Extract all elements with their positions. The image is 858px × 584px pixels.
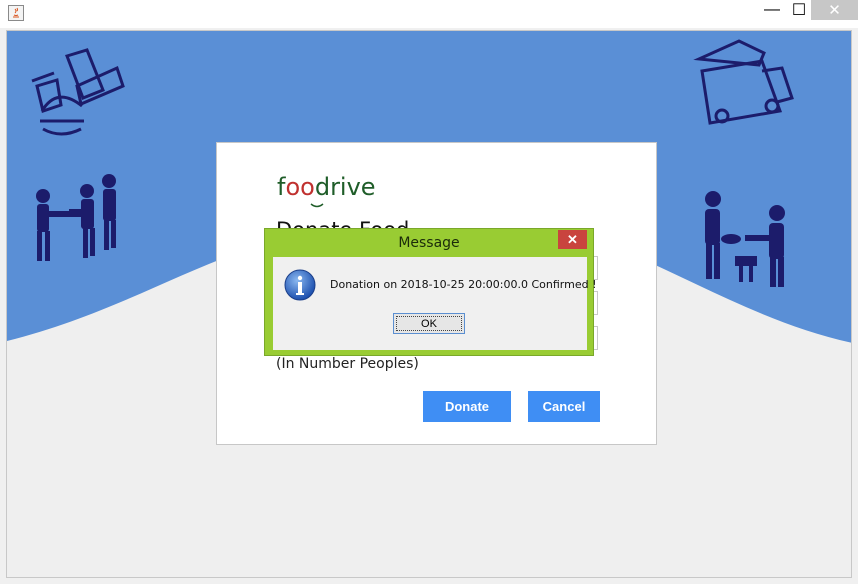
logo-accent: oo: [285, 173, 315, 201]
close-window-button[interactable]: ✕: [811, 0, 858, 20]
information-icon: [284, 269, 316, 301]
dialog-message: Donation on 2018-10-25 20:00:00.0 Confir…: [330, 278, 597, 291]
focus-ring: [396, 316, 462, 331]
dialog-close-button[interactable]: ✕: [558, 230, 587, 249]
donate-button[interactable]: Donate: [423, 391, 511, 422]
quantity-hint: (In Number Peoples): [276, 356, 419, 372]
maximize-button[interactable]: ☐: [787, 0, 811, 20]
logo-smile-icon: [310, 203, 324, 208]
ok-button[interactable]: OK: [393, 313, 465, 334]
minimize-button[interactable]: —: [757, 0, 787, 20]
cancel-button[interactable]: Cancel: [528, 391, 600, 422]
dialog-body: Donation on 2018-10-25 20:00:00.0 Confir…: [273, 257, 597, 350]
message-dialog: Message ✕ Donation on 2018-10-25 20:00:0…: [264, 228, 597, 356]
dialog-title: Message: [398, 235, 460, 251]
java-app-icon: [8, 5, 24, 21]
window-titlebar: — ☐ ✕: [0, 0, 858, 28]
logo-suffix: drive: [314, 173, 376, 201]
foodrive-logo: foodrive: [277, 173, 376, 201]
